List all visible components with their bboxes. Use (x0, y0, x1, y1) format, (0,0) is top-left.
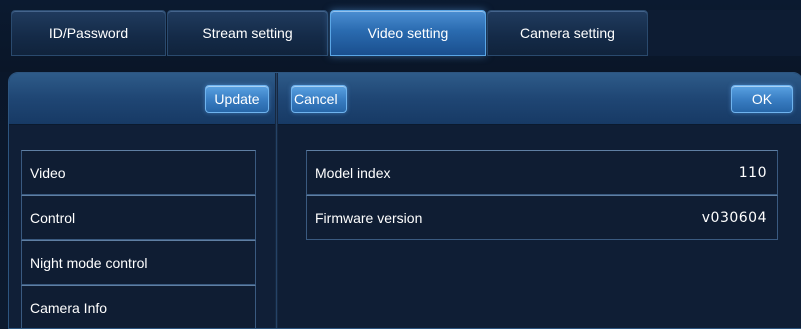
tab-label: Video setting (367, 25, 449, 41)
tab-id-password[interactable]: ID/Password (11, 10, 166, 56)
menu-item-camera-info[interactable]: Camera Info (21, 285, 256, 328)
info-value: v030604 (701, 209, 767, 226)
menu-item-night-mode-control[interactable]: Night mode control (21, 240, 256, 285)
tab-camera-setting[interactable]: Camera setting (487, 10, 648, 56)
menu-item-label: Video (30, 164, 66, 181)
cancel-button[interactable]: Cancel (291, 85, 347, 113)
tab-label: Stream setting (202, 25, 293, 41)
update-button[interactable]: Update (205, 85, 269, 113)
ok-button[interactable]: OK (731, 85, 793, 113)
menu-item-label: Control (30, 209, 76, 226)
toolbar: Update Cancel OK (9, 73, 801, 125)
tab-video-setting[interactable]: Video setting (330, 10, 486, 56)
info-value: 110 (738, 164, 767, 181)
tab-bar: ID/Password Stream setting Video setting… (0, 0, 801, 72)
info-row-model-index: Model index 110 (306, 150, 778, 195)
tab-stream-setting[interactable]: Stream setting (167, 10, 328, 56)
menu-item-video[interactable]: Video (21, 150, 256, 195)
cancel-label: Cancel (294, 91, 338, 107)
tab-label: ID/Password (48, 25, 129, 41)
ok-label: OK (751, 91, 773, 107)
camera-info-content: Model index 110 Firmware version v030604 (278, 125, 801, 328)
settings-panel: Update Cancel OK Video Control Night mod… (8, 72, 801, 329)
settings-menu: Video Control Night mode control Camera … (9, 125, 275, 328)
info-label: Firmware version (315, 209, 423, 226)
info-row-firmware-version: Firmware version v030604 (306, 195, 778, 240)
menu-item-control[interactable]: Control (21, 195, 256, 240)
menu-item-label: Night mode control (30, 254, 148, 271)
info-label: Model index (315, 164, 391, 181)
menu-item-label: Camera Info (30, 299, 108, 316)
update-label: Update (214, 91, 260, 107)
tab-label: Camera setting (520, 25, 615, 41)
tab-bar-filler (648, 10, 801, 56)
